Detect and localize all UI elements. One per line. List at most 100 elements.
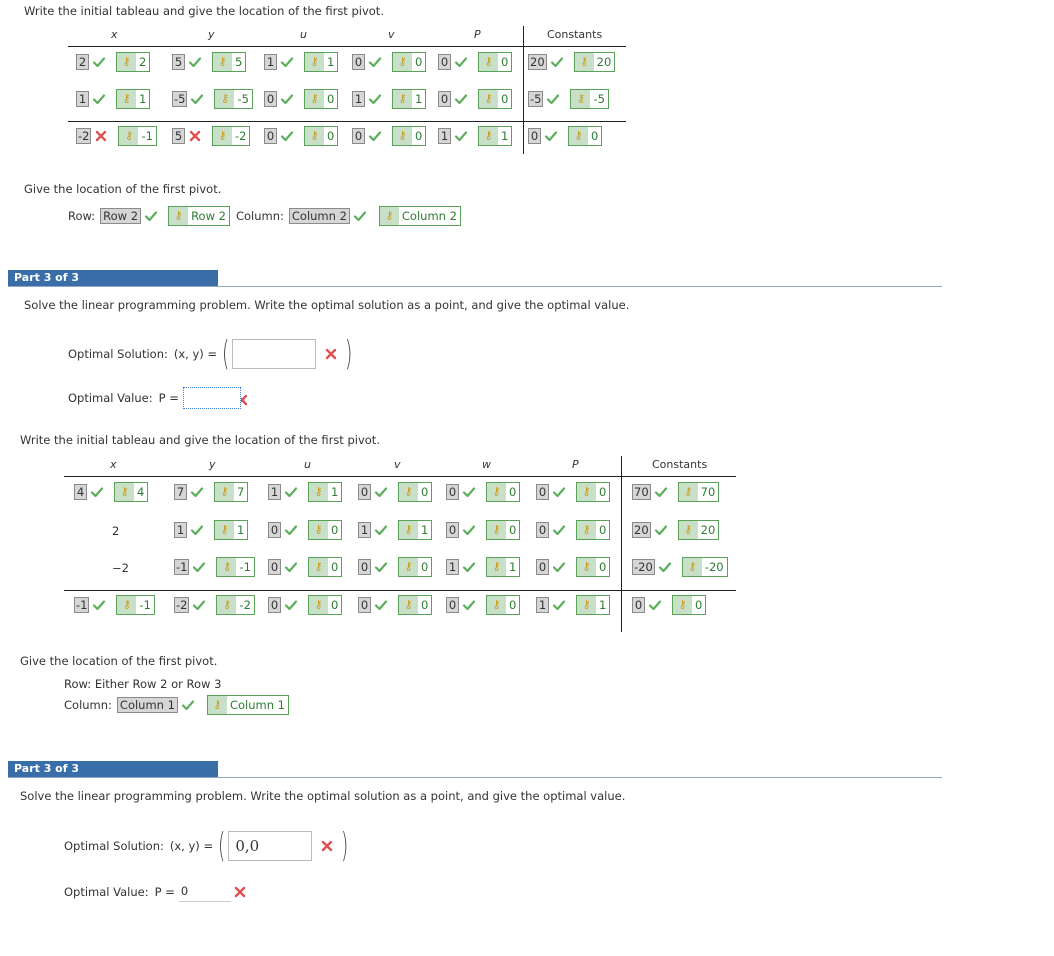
cell-answer[interactable]: 0 (536, 484, 549, 500)
cell-answer[interactable]: -5 (528, 91, 544, 107)
key-icon: ⚷ (487, 483, 506, 501)
cell-answer[interactable]: 1 (76, 91, 89, 107)
cell-answer[interactable]: 4 (74, 484, 87, 500)
cell-answer[interactable]: 0 (358, 596, 371, 613)
cell-answer[interactable]: 1 (438, 128, 451, 144)
cell-answer[interactable]: 20 (528, 54, 547, 70)
column-header: u (304, 458, 311, 471)
answer-key-value: 1 (139, 92, 147, 106)
answer-key-value: 0 (509, 522, 517, 537)
tableau-row: −2 -1 ⚷ -1 0 ⚷ 0 0 ⚷ 0 1 ⚷ 1 0 ⚷ 0 -20 ⚷ -20 (64, 549, 736, 587)
cell-answer[interactable]: 0 (268, 521, 281, 538)
cell-answer[interactable]: -1 (74, 596, 90, 613)
key-icon: ⚷ (393, 90, 412, 108)
cell-answer[interactable]: 0 (446, 521, 459, 538)
answer-key-value: 1 (327, 55, 335, 69)
answer-key: ⚷ -2 (216, 594, 255, 615)
check-icon (454, 129, 468, 143)
cell-answer[interactable]: 1 (536, 596, 549, 613)
cell-answer[interactable]: 0 (358, 559, 371, 575)
check-icon (192, 560, 206, 574)
tableau-cell: 0 ⚷ 0 (264, 89, 339, 109)
cell-answer[interactable]: 5 (172, 54, 185, 70)
answer-key-value: 5 (235, 55, 243, 69)
cell-answer[interactable]: 5 (172, 128, 185, 144)
cell-answer[interactable]: 0 (264, 128, 277, 144)
cell-answer[interactable]: 0 (438, 91, 451, 107)
answer-key: ⚷ 0 (576, 519, 611, 540)
solution-input[interactable]: 0,0 (228, 831, 313, 861)
cell-answer[interactable]: 0 (528, 128, 541, 144)
cell-answer[interactable]: 0 (264, 91, 277, 107)
pivot-column-answer[interactable]: Column 1 (116, 697, 178, 713)
cell-answer[interactable]: 2 (76, 54, 89, 70)
tableau-row: 4 ⚷ 4 7 ⚷ 7 1 ⚷ 1 0 ⚷ 0 0 ⚷ 0 0 ⚷ 0 70 ⚷ 70 (64, 474, 736, 512)
cell-answer[interactable]: 0 (536, 521, 549, 538)
answer-key-value: 1 (509, 560, 517, 574)
key-icon: ⚷ (577, 595, 596, 614)
tableau-cell: -1 ⚷ -1 (174, 557, 255, 577)
answer-key-value: 20 (596, 55, 612, 69)
cell-answer[interactable]: 0 (352, 54, 365, 70)
pivot-column-answer[interactable]: Column 2 (288, 208, 350, 224)
cell-answer[interactable]: 0 (536, 559, 549, 575)
answer-key-value: 1 (501, 129, 509, 143)
open-paren: ( (222, 334, 230, 374)
cell-answer[interactable]: -2 (174, 596, 190, 613)
cell-answer[interactable]: 1 (264, 54, 277, 70)
answer-key-value: 0 (599, 522, 607, 537)
key-icon: ⚷ (399, 520, 418, 539)
cell-answer[interactable]: 0 (446, 484, 459, 500)
answer-key: ⚷ 0 (478, 89, 513, 109)
cell-answer[interactable]: 0 (268, 596, 281, 613)
tableau-cell: 7 ⚷ 7 (174, 482, 249, 502)
answer-key: ⚷ 1 (214, 519, 249, 540)
value-input[interactable]: 0 (178, 882, 231, 902)
cell-answer[interactable]: 20 (632, 521, 651, 538)
part-title: Part 3 of 3 (8, 270, 218, 286)
key-icon: ⚷ (213, 127, 232, 145)
answer-key: ⚷ 1 (398, 519, 433, 540)
answer-key-value: 0 (695, 597, 703, 612)
cell-answer[interactable]: 1 (446, 559, 459, 575)
tableau-cell: -5 ⚷ -5 (528, 89, 609, 109)
solution-label: Optimal Solution: (64, 839, 164, 853)
cell-answer[interactable]: 0 (358, 484, 371, 500)
cell-answer[interactable]: 0 (268, 559, 281, 575)
cell-answer[interactable]: -1 (174, 559, 190, 575)
tableau-row: 2 1 ⚷ 1 0 ⚷ 0 1 ⚷ 1 0 ⚷ 0 0 ⚷ 0 20 ⚷ 20 (64, 512, 736, 550)
cell-answer[interactable]: -2 (76, 128, 92, 144)
cell-answer[interactable]: -5 (172, 91, 188, 107)
tableau-cell: -5 ⚷ -5 (172, 89, 253, 109)
answer-key-value: 0 (331, 597, 339, 612)
check-icon (368, 129, 382, 143)
pivot-row-answer[interactable]: Row 2 (100, 208, 142, 224)
key-icon: ⚷ (217, 595, 237, 614)
answer-key-value: 4 (137, 485, 145, 499)
solution-input[interactable] (232, 339, 317, 369)
cell-answer[interactable]: -20 (632, 559, 655, 575)
value-input[interactable] (182, 387, 241, 409)
check-icon (280, 129, 294, 143)
cell-answer[interactable]: 7 (174, 484, 187, 500)
cell-answer[interactable]: 70 (632, 484, 651, 500)
cell-answer[interactable]: 0 (446, 596, 459, 613)
solution-vars: (x, y) = (173, 347, 218, 361)
cell-answer[interactable]: 1 (358, 521, 371, 538)
cell-answer[interactable]: 0 (632, 596, 645, 613)
answer-key: ⚷ 0 (304, 126, 339, 146)
tableau-cell: 0 ⚷ 0 (528, 126, 603, 146)
key-icon: ⚷ (678, 483, 698, 501)
answer-key: ⚷ 1 (478, 126, 513, 146)
cell-answer[interactable]: 0 (352, 128, 365, 144)
key-icon: ⚷ (379, 207, 399, 225)
key-icon: ⚷ (569, 127, 588, 145)
tableau-cell: 4 ⚷ 4 (74, 482, 149, 502)
cell-answer[interactable]: 0 (438, 54, 451, 70)
check-icon (462, 485, 476, 499)
tableau-2-rows: 4 ⚷ 4 7 ⚷ 7 1 ⚷ 1 0 ⚷ 0 0 ⚷ 0 0 ⚷ 0 70 ⚷ 70 2 1 ⚷ 1 0 ⚷ 0 1 ⚷ 1 0 ⚷ 0 0 ⚷ 0 2… (64, 474, 736, 624)
cell-answer[interactable]: 1 (268, 484, 281, 500)
cell-answer[interactable]: 1 (174, 521, 187, 538)
check-icon (90, 485, 104, 499)
cell-answer[interactable]: 1 (352, 91, 365, 107)
